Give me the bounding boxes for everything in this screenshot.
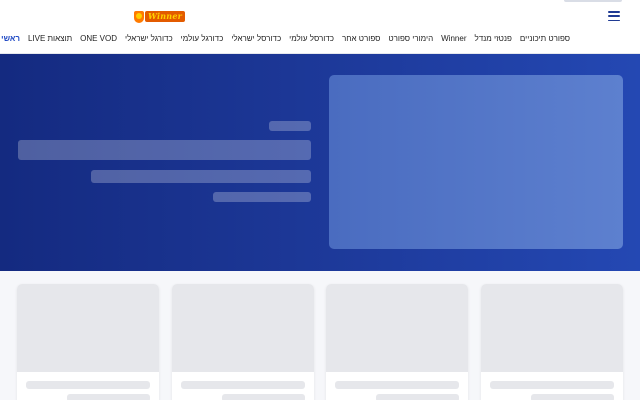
hero-tag-placeholder — [269, 121, 311, 131]
hamburger-menu-icon[interactable] — [608, 11, 620, 21]
nav-item-israeli-basketball[interactable]: כדורסל ישראלי — [231, 33, 281, 45]
card-title-placeholder — [335, 381, 459, 389]
card-image-placeholder — [17, 284, 159, 372]
menu-line — [608, 19, 620, 21]
nav-item-home[interactable]: ראשי — [1, 33, 20, 45]
nav-item-winner[interactable]: Winner — [441, 33, 466, 45]
card-subtitle-placeholder — [67, 394, 150, 400]
menu-line — [608, 15, 620, 17]
card-title-placeholder — [26, 381, 150, 389]
nav-item-other-sports[interactable]: ספורט אחר — [342, 33, 380, 45]
card-image-placeholder — [326, 284, 468, 372]
card-image-placeholder — [481, 284, 623, 372]
nav-item-one-vod[interactable]: ONE VOD — [80, 33, 117, 45]
nav-item-live-results[interactable]: תוצאות LIVE — [28, 33, 72, 45]
card-image-placeholder — [172, 284, 314, 372]
card-title-placeholder — [490, 381, 614, 389]
nav-item-fantasy[interactable]: פנטזי מנדל — [475, 33, 512, 45]
hero-banner — [0, 54, 640, 271]
card-subtitle-placeholder — [376, 394, 459, 400]
article-card[interactable] — [326, 284, 468, 400]
nav-item-world-football[interactable]: כדורגל עולמי — [181, 33, 224, 45]
logo-badge-icon — [134, 10, 144, 23]
article-card[interactable] — [481, 284, 623, 400]
hero-subtitle-placeholder — [91, 170, 311, 183]
nav-item-israeli-football[interactable]: כדורגל ישראלי — [125, 33, 173, 45]
article-card[interactable] — [172, 284, 314, 400]
main-nav: ראשי תוצאות LIVE ONE VOD כדורגל ישראלי כ… — [1, 33, 570, 45]
hero-image-placeholder[interactable] — [329, 75, 623, 249]
top-accent-bar — [564, 0, 622, 2]
hero-meta-placeholder — [213, 192, 311, 202]
nav-item-high-school-sports[interactable]: ספורט תיכוניים — [520, 33, 570, 45]
card-subtitle-placeholder — [222, 394, 305, 400]
logo-wordmark: Winner — [145, 11, 186, 22]
nav-item-sports-betting[interactable]: הימורי ספורט — [388, 33, 433, 45]
site-header: Winner ראשי תוצאות LIVE ONE VOD כדורגל י… — [0, 0, 640, 54]
nav-item-world-basketball[interactable]: כדורסל עולמי — [289, 33, 334, 45]
article-card[interactable] — [17, 284, 159, 400]
hero-title-placeholder[interactable] — [18, 140, 311, 160]
winner-logo[interactable]: Winner — [134, 10, 186, 23]
card-title-placeholder — [181, 381, 305, 389]
menu-line — [608, 11, 620, 13]
card-subtitle-placeholder — [531, 394, 614, 400]
article-cards-section — [0, 271, 640, 400]
